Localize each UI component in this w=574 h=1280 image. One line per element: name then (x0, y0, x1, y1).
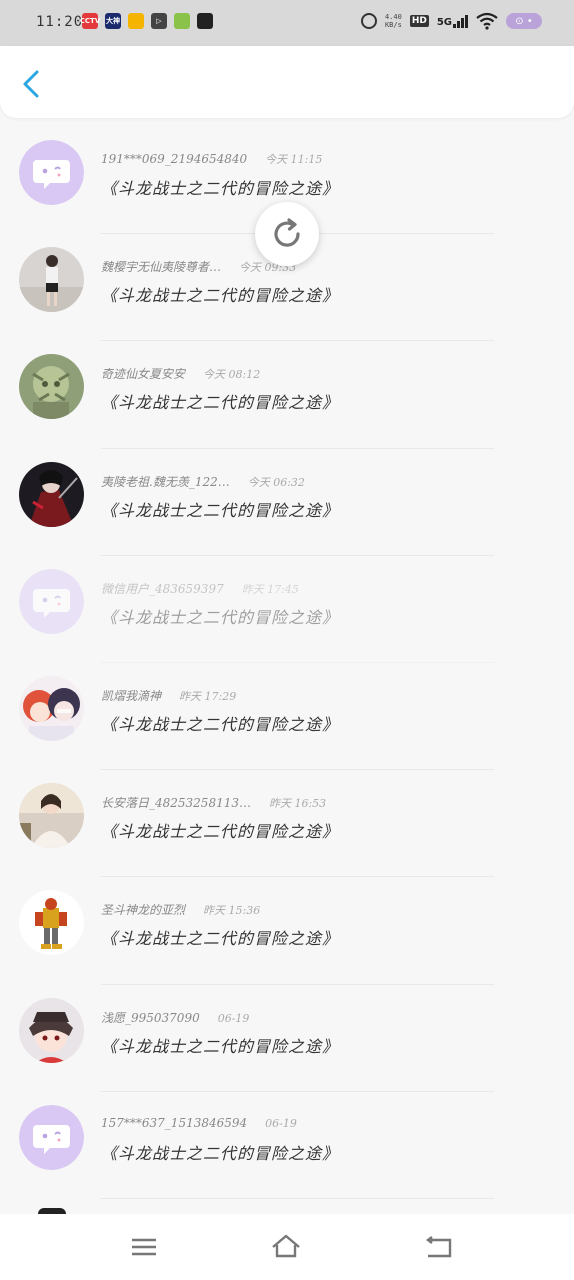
user-meta: 191***069_2194654840 今天 11:15 (101, 151, 322, 167)
list-item[interactable]: 奇迹仙女夏安安 今天 08:12 《斗龙战士之二代的冒险之途》 (0, 341, 574, 449)
story-title[interactable]: 《斗龙战士之二代的冒险之途》 (101, 389, 339, 413)
user-name: 157***637_1513846594 (101, 1115, 248, 1130)
list-item[interactable]: 夷陵老祖.魏无羡_122… 今天 06:32 《斗龙战士之二代的冒险之途》 (0, 449, 574, 556)
user-meta: 微信用户_483659397 昨天 17:45 (101, 580, 299, 597)
timestamp: 06-19 (265, 1116, 297, 1130)
list-item[interactable]: 浅愿_995037090 06-19 《斗龙战士之二代的冒险之途》 (0, 985, 574, 1092)
avatar[interactable] (19, 247, 84, 313)
timestamp: 昨天 17:45 (241, 582, 299, 596)
dashen-app-icon: 大神 (105, 13, 121, 29)
user-name: 魏樱宇无仙夷陵尊者… (101, 260, 222, 275)
cctv-app-icon: CCTV (80, 13, 100, 29)
refresh-icon (274, 218, 300, 247)
timestamp: 今天 06:32 (247, 475, 305, 489)
user-meta: 凯熠我滴神 昨天 17:29 (101, 687, 236, 704)
story-title[interactable]: 《斗龙战士之二代的冒险之途》 (101, 818, 339, 842)
story-title[interactable]: 《斗龙战士之二代的冒险之途》 (101, 1033, 339, 1057)
user-name: 凯熠我滴神 (101, 688, 162, 703)
avatar[interactable] (19, 890, 84, 956)
avatar[interactable] (19, 675, 84, 741)
divider (101, 1197, 494, 1199)
story-title[interactable]: 《斗龙战士之二代的冒险之途》 (101, 282, 339, 306)
avatar[interactable] (19, 1104, 84, 1170)
user-name: 191***069_2194654840 (101, 152, 248, 166)
story-title[interactable]: 《斗龙战士之二代的冒险之途》 (101, 1140, 339, 1164)
story-title[interactable]: 《斗龙战士之二代的冒险之途》 (101, 925, 339, 949)
user-name: 微信用户_483659397 (101, 581, 224, 596)
network-speed-unit: KB/s (384, 21, 402, 29)
story-title[interactable]: 《斗龙战士之二代的冒险之途》 (101, 711, 339, 735)
user-meta: 圣斗神龙的亚烈 昨天 15:36 (101, 901, 260, 918)
timestamp: 今天 11:15 (265, 153, 323, 166)
user-name: 奇迹仙女夏安安 (101, 367, 186, 382)
list-item[interactable]: 微信用户_483659397 昨天 17:45 《斗龙战士之二代的冒险之途》 (0, 556, 574, 663)
list-item[interactable]: 长安落日_48253258113… 昨天 16:53 《斗龙战士之二代的冒险之途》 (0, 770, 574, 878)
list-item[interactable]: 圣斗神龙的亚烈 昨天 15:36 《斗龙战士之二代的冒险之途》 (0, 877, 574, 985)
wifi-icon (476, 12, 498, 30)
user-meta: 长安落日_48253258113… 昨天 16:53 (101, 794, 326, 811)
timestamp: 昨天 15:36 (203, 904, 261, 918)
user-name: 浅愿_995037090 (101, 1010, 200, 1025)
status-indicators: 4.40 KB/s HD 5G ⊙ • (360, 12, 542, 30)
user-meta: 奇迹仙女夏安安 今天 08:12 (101, 365, 260, 382)
timestamp: 06-19 (217, 1011, 250, 1025)
video-app-icon (197, 13, 213, 29)
avatar[interactable] (19, 568, 84, 634)
user-name: 圣斗神龙的亚烈 (101, 903, 186, 918)
system-nav-bar (0, 1214, 574, 1280)
refresh-spinner (255, 202, 319, 266)
leaf-app-icon (174, 13, 190, 29)
avatar[interactable] (19, 354, 84, 420)
user-meta: 魏樱宇无仙夷陵尊者… 今天 09:33 (101, 258, 296, 275)
avatar[interactable] (19, 461, 84, 527)
back-icon[interactable] (424, 1232, 454, 1262)
timestamp: 昨天 17:29 (179, 689, 237, 703)
user-meta: 夷陵老祖.魏无羡_122… 今天 06:32 (101, 473, 305, 490)
user-meta: 157***637_1513846594 06-19 (101, 1116, 297, 1130)
weibo-app-icon (128, 13, 144, 29)
network-speed: 4.40 KB/s (385, 13, 402, 29)
home-icon[interactable] (271, 1232, 301, 1262)
menu-icon[interactable] (129, 1232, 159, 1262)
battery-icon: ⊙ • (506, 13, 542, 29)
avatar[interactable] (19, 997, 84, 1063)
status-app-icons: CCTV 大神 ▷ (80, 13, 213, 29)
status-bar: 11:20 CCTV 大神 ▷ 4.40 KB/s HD 5G ⊙ • (0, 0, 574, 46)
user-name: 夷陵老祖.魏无羡_122… (101, 474, 230, 489)
play-app-icon: ▷ (151, 13, 167, 29)
message-list: 191***069_2194654840 今天 11:15 《斗龙战士之二代的冒险之… (0, 127, 574, 1199)
list-item[interactable]: 凯熠我滴神 昨天 17:29 《斗龙战士之二代的冒险之途》 (0, 663, 574, 771)
network-type: 5G (436, 16, 452, 28)
network-speed-value: 4.40 (384, 13, 402, 21)
user-meta: 浅愿_995037090 06-19 (101, 1009, 249, 1026)
timestamp: 昨天 16:53 (268, 797, 327, 811)
signal-icon: 5G (436, 14, 468, 28)
story-title[interactable]: 《斗龙战士之二代的冒险之途》 (101, 497, 339, 521)
story-title[interactable]: 《斗龙战士之二代的冒险之途》 (101, 604, 339, 628)
list-item[interactable]: 157***637_1513846594 06-19 《斗龙战士之二代的冒险之途》 (0, 1092, 574, 1199)
hd-badge: HD (409, 15, 429, 27)
avatar[interactable] (19, 783, 84, 849)
alarm-icon (360, 13, 377, 29)
top-bar (0, 46, 574, 118)
chevron-left-icon[interactable] (18, 68, 46, 100)
avatar[interactable] (19, 140, 84, 205)
timestamp: 今天 08:12 (203, 368, 261, 382)
status-time: 11:20 (36, 14, 84, 30)
user-name: 长安落日_48253258113… (101, 796, 251, 811)
story-title[interactable]: 《斗龙战士之二代的冒险之途》 (101, 175, 339, 199)
